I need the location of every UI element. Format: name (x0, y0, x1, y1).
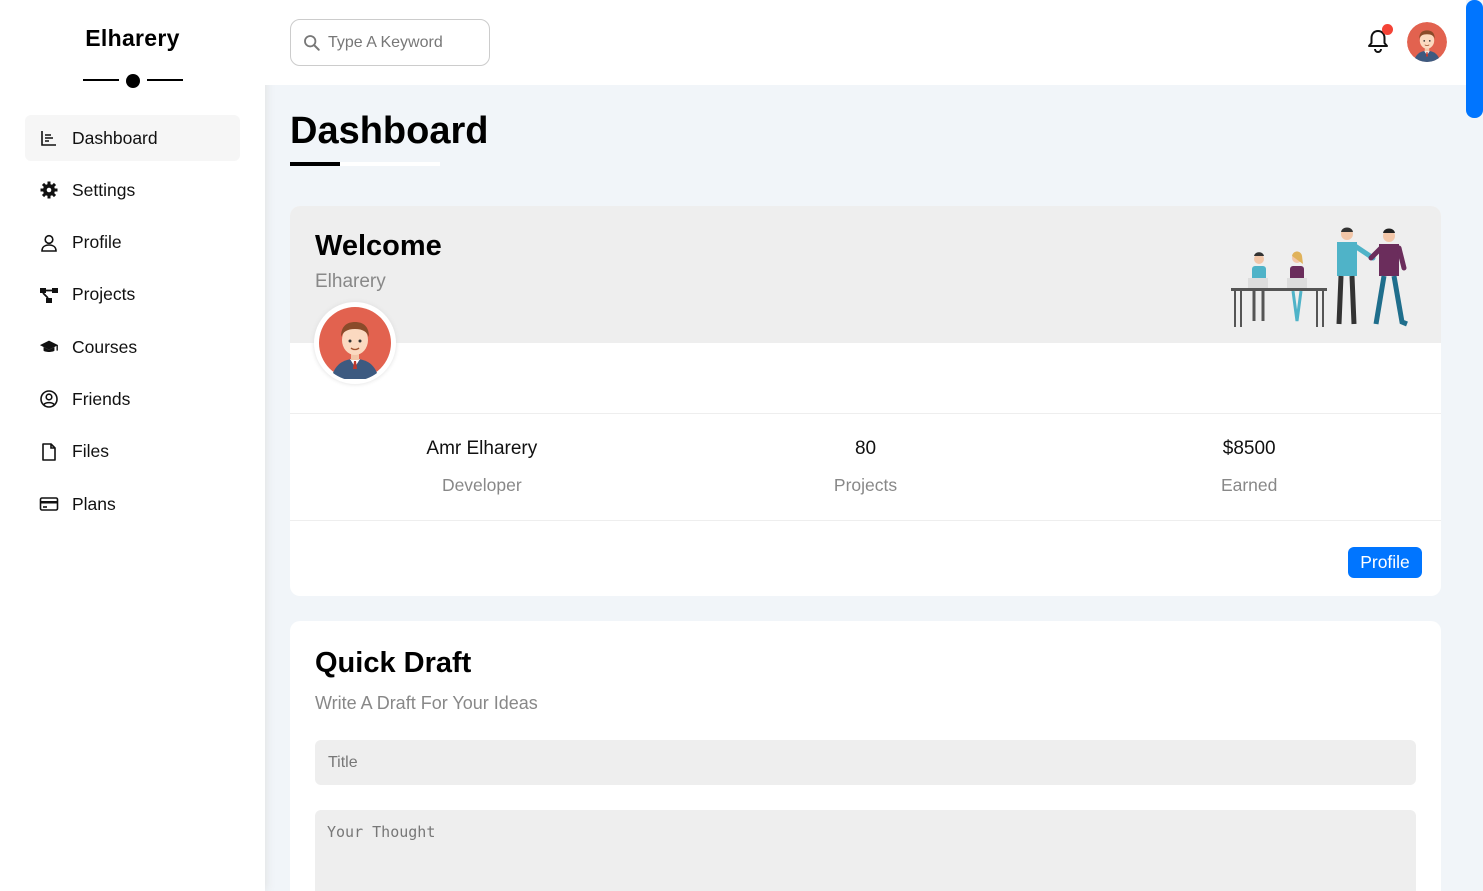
sidebar-nav: Dashboard Settings Profile Projects Cour… (0, 115, 265, 527)
diagram-project-icon (38, 284, 60, 306)
user-circle-icon (38, 388, 60, 410)
quick-draft-card: Quick Draft Write A Draft For Your Ideas (290, 621, 1441, 891)
profile-stats: Amr Elharery Developer 80 Projects $8500… (290, 413, 1441, 521)
title-underline (290, 162, 440, 166)
sidebar-item-label: Plans (72, 493, 116, 514)
stat-label: Projects (833, 475, 898, 495)
notification-badge (1382, 24, 1393, 35)
sidebar-item-label: Courses (72, 336, 138, 357)
quick-draft-subtitle: Write A Draft For Your Ideas (315, 693, 538, 713)
stat-value: 80 (854, 438, 877, 459)
gear-icon (38, 179, 60, 201)
sidebar-item-friends[interactable]: Friends (25, 376, 240, 422)
sidebar-item-files[interactable]: Files (25, 429, 240, 475)
welcome-header: Welcome Elharery (290, 206, 1441, 343)
sidebar: Elharery Dashboard Settings Profile Proj… (0, 0, 265, 891)
sidebar-item-label: Settings (72, 179, 136, 200)
welcome-card: Welcome Elharery Amr Elharery Developer … (290, 206, 1441, 596)
stat-label: Developer (441, 475, 522, 495)
welcome-subtitle: Elharery (315, 271, 386, 292)
notification-button[interactable] (1365, 24, 1393, 54)
search-input[interactable] (328, 33, 478, 52)
search-box[interactable] (290, 19, 490, 66)
stat-name: Amr Elharery Developer (290, 414, 674, 520)
sidebar-item-label: Projects (72, 284, 136, 305)
stat-value: $8500 (1222, 438, 1276, 459)
team-illustration (1231, 227, 1408, 327)
file-icon (38, 441, 60, 463)
welcome-title: Welcome (315, 230, 442, 262)
draft-thought-textarea[interactable] (315, 810, 1416, 891)
stat-earned: $8500 Earned (1057, 414, 1441, 520)
search-icon (304, 34, 320, 51)
sidebar-item-settings[interactable]: Settings (25, 167, 240, 213)
sidebar-item-courses[interactable]: Courses (25, 324, 240, 370)
top-bar (265, 0, 1466, 85)
sidebar-item-projects[interactable]: Projects (25, 272, 240, 318)
chart-icon (38, 127, 60, 149)
credit-card-icon (38, 493, 60, 515)
graduation-cap-icon (38, 336, 60, 358)
stat-label: Earned (1220, 475, 1278, 495)
sidebar-item-profile[interactable]: Profile (25, 220, 240, 266)
draft-title-input[interactable] (315, 740, 1416, 785)
scrollbar-thumb[interactable] (1466, 0, 1483, 118)
sidebar-item-plans[interactable]: Plans (25, 481, 240, 527)
avatar-image (1407, 22, 1447, 62)
stat-value: Amr Elharery (426, 438, 538, 459)
profile-button[interactable]: Profile (1348, 547, 1422, 578)
avatar[interactable] (1407, 22, 1447, 62)
avatar-image (319, 307, 391, 381)
sidebar-item-dashboard[interactable]: Dashboard (25, 115, 240, 161)
sidebar-item-label: Dashboard (72, 127, 158, 148)
brand-decoration (83, 74, 183, 88)
sidebar-item-label: Profile (72, 232, 122, 253)
scrollbar-track[interactable] (1466, 0, 1483, 891)
sidebar-item-label: Friends (72, 388, 131, 409)
stat-projects: 80 Projects (674, 414, 1058, 520)
page-title: Dashboard (290, 110, 489, 152)
sidebar-item-label: Files (72, 441, 109, 462)
quick-draft-title: Quick Draft (315, 647, 472, 679)
user-icon (38, 232, 60, 254)
brand-title: Elharery (85, 25, 180, 51)
profile-avatar (314, 302, 396, 384)
